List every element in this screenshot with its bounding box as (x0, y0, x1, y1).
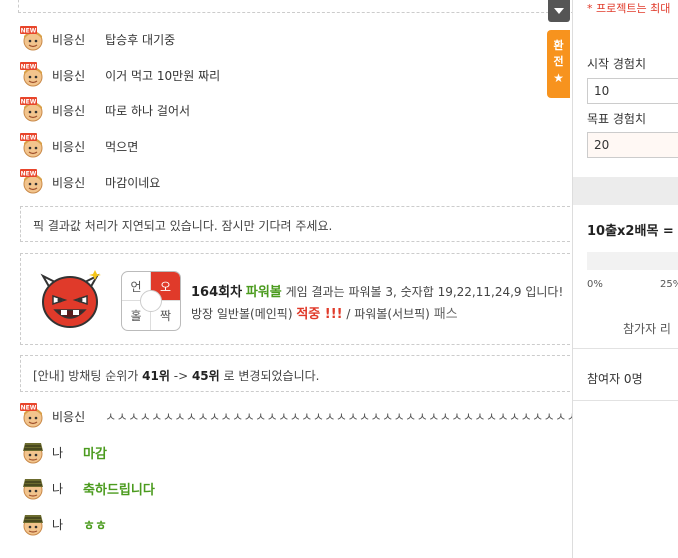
result-line-1: 164회차 파워볼 게임 결과는 파워볼 3, 숫자합 19,22,11,24,… (191, 281, 563, 300)
chat-nick[interactable]: 비응신 (52, 408, 85, 425)
chat-message: 비응신 ㅅㅅㅅㅅㅅㅅㅅㅅㅅㅅㅅㅅㅅㅅㅅㅅㅅㅅㅅㅅㅅㅅㅅㅅㅅㅅㅅㅅㅅㅅㅅㅅㅅㅅㅅㅅ… (20, 402, 572, 430)
chat-nick[interactable]: 비응신 (52, 31, 85, 48)
rank-suffix: 로 변경되었습니다. (223, 369, 320, 383)
my-avatar-icon[interactable] (20, 475, 46, 501)
pick-grid: 언 오 홀 짝 (121, 271, 181, 331)
start-exp-input[interactable] (587, 78, 678, 104)
panel-band (573, 177, 678, 205)
chat-text: 따로 하나 걸어서 (105, 103, 191, 118)
project-note: * 프로젝트는 최대 (587, 2, 671, 15)
result-round: 164회차 (191, 285, 243, 300)
chat-text: 축하드립니다 (83, 482, 155, 498)
chat-text: 이거 먹고 10만원 짜리 (105, 68, 221, 83)
chat-text: ㅎㅎ (83, 518, 107, 534)
divider (573, 348, 678, 349)
chat-message: 비응신 먹으면 (20, 132, 138, 160)
new-badge-avatar-icon[interactable] (20, 169, 46, 195)
rank-notice: [안내] 방채팅 순위가 41위 -> 45위 로 변경되었습니다. (20, 355, 572, 392)
chat-text: ㅅㅅㅅㅅㅅㅅㅅㅅㅅㅅㅅㅅㅅㅅㅅㅅㅅㅅㅅㅅㅅㅅㅅㅅㅅㅅㅅㅅㅅㅅㅅㅅㅅㅅㅅㅅㅅㅅㅅㅅ… (105, 409, 572, 424)
chat-message: 나 ㅎㅎ (20, 510, 107, 538)
bet-formula: 10출x2배목 = (587, 224, 674, 239)
result-hit: 적중 !!! (296, 307, 343, 322)
exchange-tab-label: 환전 (553, 39, 564, 68)
chat-text: 마감이네요 (105, 175, 161, 190)
participants-header: 참가자 리 (623, 322, 671, 336)
rank-arrow: -> (173, 369, 189, 383)
chat-text: 탑승후 대기중 (105, 32, 176, 47)
chat-text: 마감 (83, 446, 107, 462)
chat-nick[interactable]: 비응신 (52, 102, 85, 119)
target-exp-input[interactable] (587, 132, 678, 158)
rank-from: 41위 (142, 369, 170, 383)
new-badge-avatar-icon[interactable] (20, 97, 46, 123)
chat-message: 비응신 탑승후 대기중 (20, 25, 175, 53)
progress-track (587, 252, 678, 270)
new-badge-avatar-icon[interactable] (20, 62, 46, 88)
chat-message: 나 축하드립니다 (20, 474, 155, 502)
game-result-box: 언 오 홀 짝 164회차 파워볼 게임 결과는 파워볼 3, 숫자합 19,2… (20, 253, 572, 345)
chat-message: 비응신 이거 먹고 10만원 짜리 (20, 61, 220, 89)
progress-tick-0: 0% (587, 279, 603, 290)
my-avatar-icon[interactable] (20, 511, 46, 537)
chat-nick[interactable]: 나 (52, 516, 63, 533)
pick-center-dot (140, 290, 162, 312)
chat-nick[interactable]: 비응신 (52, 67, 85, 84)
result-detail: 게임 결과는 파워볼 3, 숫자합 19,22,11,24,9 입니다! (285, 285, 564, 299)
result-sub-pick: / 파워볼(서브픽) (346, 307, 430, 321)
result-pass: 패스 (433, 307, 458, 322)
rank-to: 45위 (191, 369, 220, 383)
target-exp-label: 목표 경험치 (587, 112, 647, 126)
devil-mascot-icon (40, 270, 101, 328)
start-exp-label: 시작 경험치 (587, 57, 647, 71)
participants-count: 참여자 0명 (587, 372, 643, 386)
chat-nick[interactable]: 나 (52, 480, 63, 497)
chat-nick[interactable]: 비응신 (52, 174, 85, 191)
divider (573, 400, 678, 401)
scroll-down-icon[interactable] (548, 0, 570, 22)
my-avatar-icon[interactable] (20, 439, 46, 465)
new-badge-avatar-icon[interactable] (20, 403, 46, 429)
chat-message: 나 마감 (20, 438, 107, 466)
system-notice: 픽 결과값 처리가 지연되고 있습니다. 잠시만 기다려 주세요. (20, 206, 572, 242)
chat-nick[interactable]: 비응신 (52, 138, 85, 155)
progress-tick-25: 25% (660, 279, 678, 290)
new-badge-avatar-icon[interactable] (20, 26, 46, 52)
result-line-2: 방장 일반볼(메인픽) 적중 !!! / 파워볼(서브픽) 패스 (191, 303, 458, 322)
chat-message: 비응신 따로 하나 걸어서 (20, 96, 190, 124)
star-icon: ★ (553, 71, 564, 85)
chat-top-box (18, 0, 572, 13)
new-badge-avatar-icon[interactable] (20, 133, 46, 159)
chat-text: 먹으면 (105, 139, 139, 154)
rank-prefix: [안내] 방채팅 순위가 (33, 369, 139, 383)
result-main-pick: 방장 일반볼(메인픽) (191, 307, 293, 321)
project-panel: * 프로젝트는 최대 시작 경험치 목표 경험치 10출x2배목 = 0% 25… (572, 0, 678, 558)
chat-pane: 비응신 탑승후 대기중 비응신 이거 먹고 10만원 짜리 비응신 따로 하나 … (0, 0, 572, 558)
chat-message: 비응신 마감이네요 (20, 168, 160, 196)
chat-nick[interactable]: 나 (52, 444, 63, 461)
result-game: 파워볼 (245, 285, 282, 300)
exchange-tab[interactable]: 환전 ★ (547, 30, 570, 98)
